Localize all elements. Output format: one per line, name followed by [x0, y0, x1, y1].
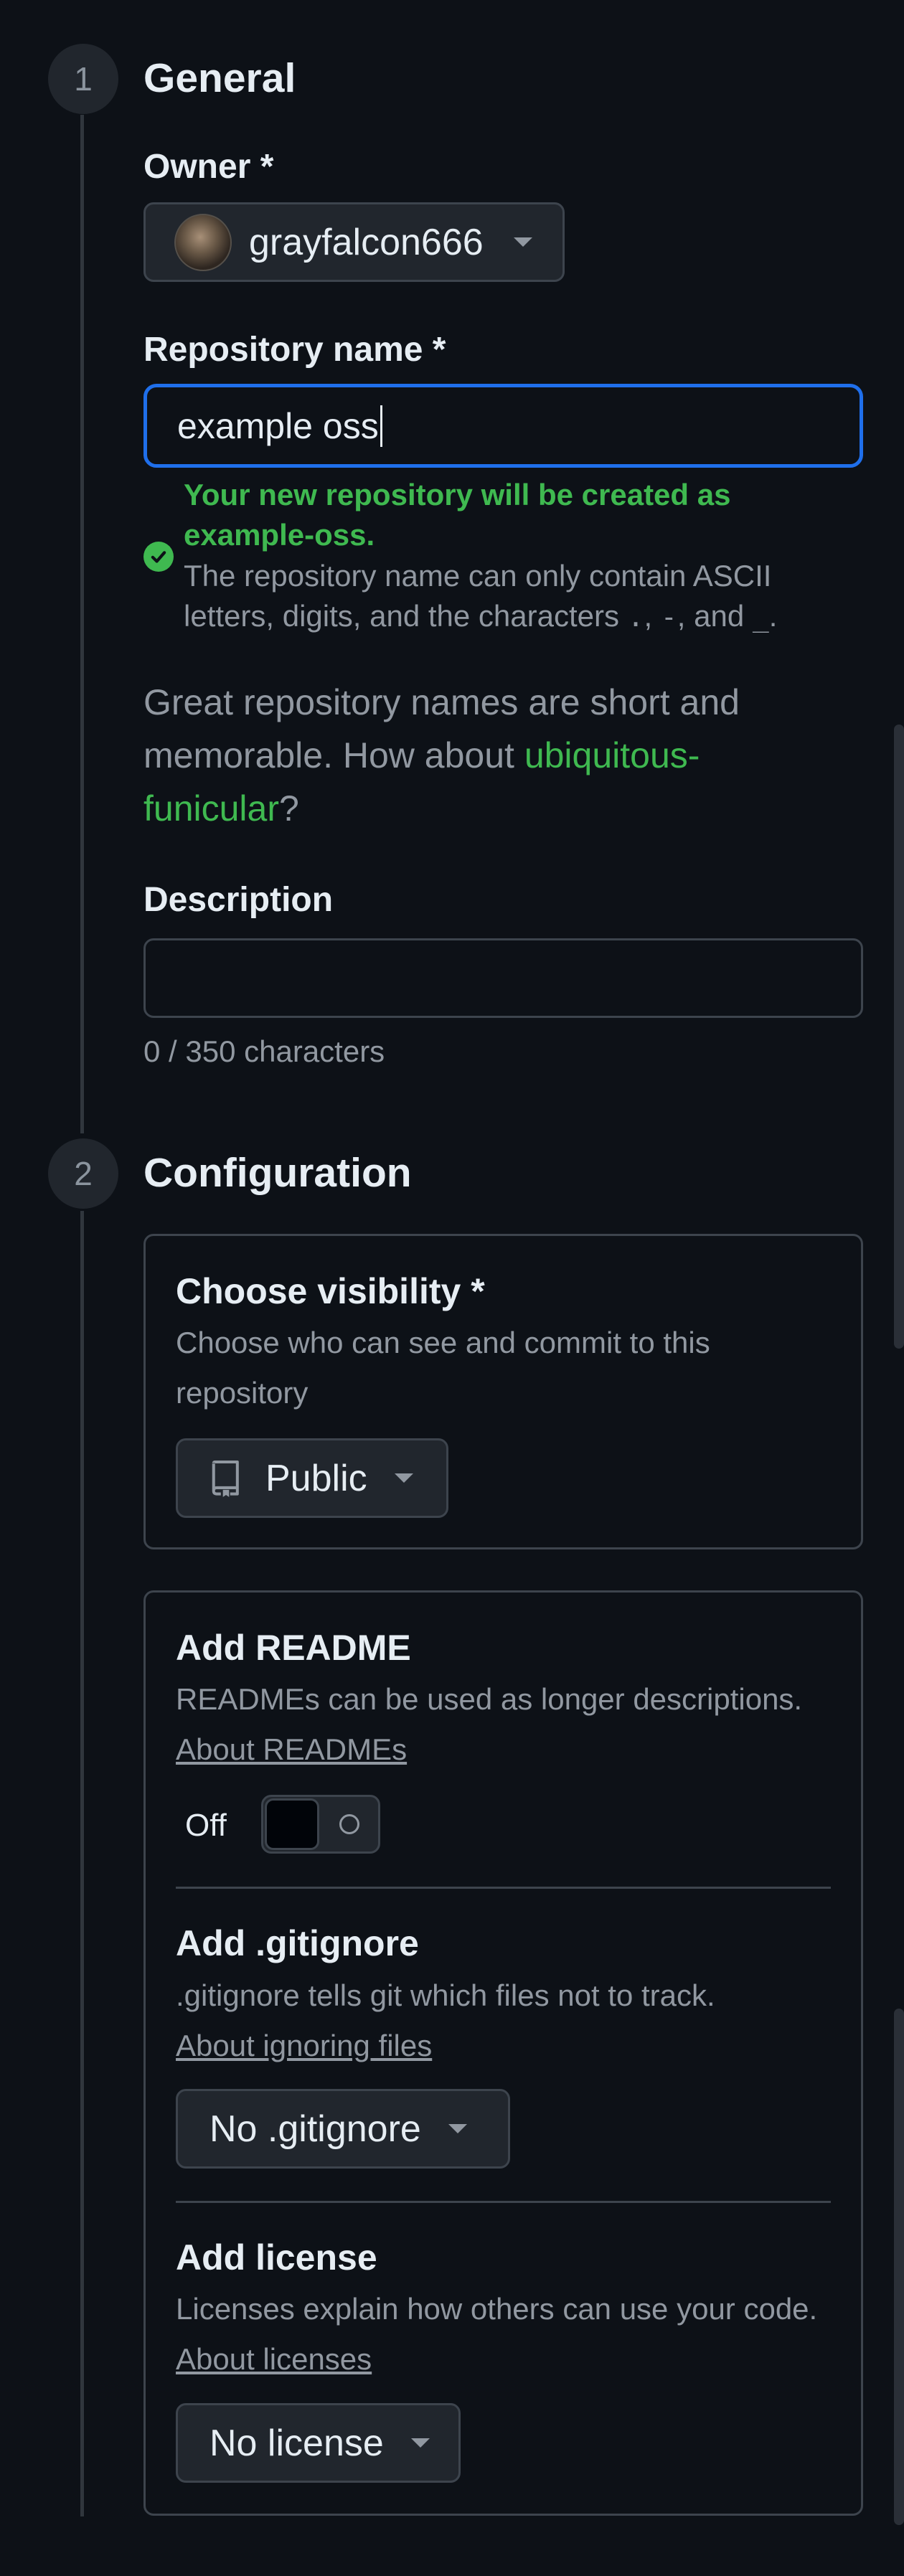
readme-title: Add README [176, 1628, 411, 1668]
step-number-general: 1 [48, 44, 118, 114]
timeline-line [80, 1211, 84, 2516]
owner-label: Owner * [143, 148, 274, 186]
validation-success-message: Your new repository will be created as e… [184, 478, 731, 552]
section-title-general: General [143, 55, 296, 101]
scrollbar-thumb[interactable] [894, 2009, 904, 2525]
name-suggestion: Great repository names are short and mem… [143, 682, 740, 829]
options-card: Add README READMEs can be used as longer… [143, 1590, 863, 2516]
gitignore-selected-label: No .gitignore [209, 2108, 421, 2150]
options-divider [176, 2201, 831, 2203]
avatar [174, 213, 232, 271]
about-readmes-link[interactable]: About READMEs [176, 1732, 407, 1766]
description-input[interactable] [143, 938, 863, 1018]
text-cursor [380, 405, 382, 447]
visibility-card: Choose visibility * Choose who can see a… [143, 1234, 863, 1549]
visibility-title: Choose visibility * [176, 1271, 485, 1311]
scrollbar-thumb[interactable] [894, 725, 904, 1349]
repo-icon [209, 1459, 243, 1498]
visibility-select-button[interactable]: Public [176, 1438, 448, 1518]
section-title-configuration: Configuration [143, 1150, 412, 1196]
repo-name-input[interactable]: example oss [143, 384, 863, 468]
visibility-description: Choose who can see and commit to this re… [176, 1326, 710, 1410]
toggle-knob [265, 1798, 319, 1850]
license-selected-label: No license [209, 2422, 384, 2464]
gitignore-title: Add .gitignore [176, 1923, 419, 1963]
license-select-button[interactable]: No license [176, 2403, 461, 2483]
chevron-down-icon [410, 2438, 430, 2448]
readme-toggle[interactable] [261, 1795, 380, 1854]
validation-hint: The repository name can only contain ASC… [184, 559, 778, 633]
description-label: Description [143, 881, 334, 919]
timeline-line [80, 115, 84, 1133]
gitignore-select-button[interactable]: No .gitignore [176, 2089, 510, 2169]
options-divider [176, 1887, 831, 1889]
repo-name-label: Repository name * [143, 331, 446, 369]
readme-description: READMEs can be used as longer descriptio… [176, 1682, 803, 1766]
about-ignoring-files-link[interactable]: About ignoring files [176, 2029, 432, 2062]
gitignore-description: .gitignore tells git which files not to … [176, 1978, 715, 2062]
step-number-configuration: 2 [48, 1138, 118, 1209]
about-licenses-link[interactable]: About licenses [176, 2342, 372, 2376]
chevron-down-icon [394, 1473, 413, 1483]
toggle-off-icon [339, 1814, 359, 1834]
owner-name: grayfalcon666 [249, 221, 484, 263]
description-char-count: 0 / 350 characters [143, 1034, 385, 1068]
license-description: Licenses explain how others can use your… [176, 2292, 818, 2376]
visibility-selected-label: Public [265, 1457, 367, 1499]
chevron-down-icon [448, 2124, 467, 2133]
readme-toggle-state-label: Off [185, 1808, 227, 1843]
repo-name-value: example oss [177, 405, 379, 446]
owner-select-button[interactable]: grayfalcon666 [143, 202, 565, 282]
license-title: Add license [176, 2237, 377, 2278]
chevron-down-icon [513, 237, 532, 247]
validation-check-icon [143, 542, 174, 572]
